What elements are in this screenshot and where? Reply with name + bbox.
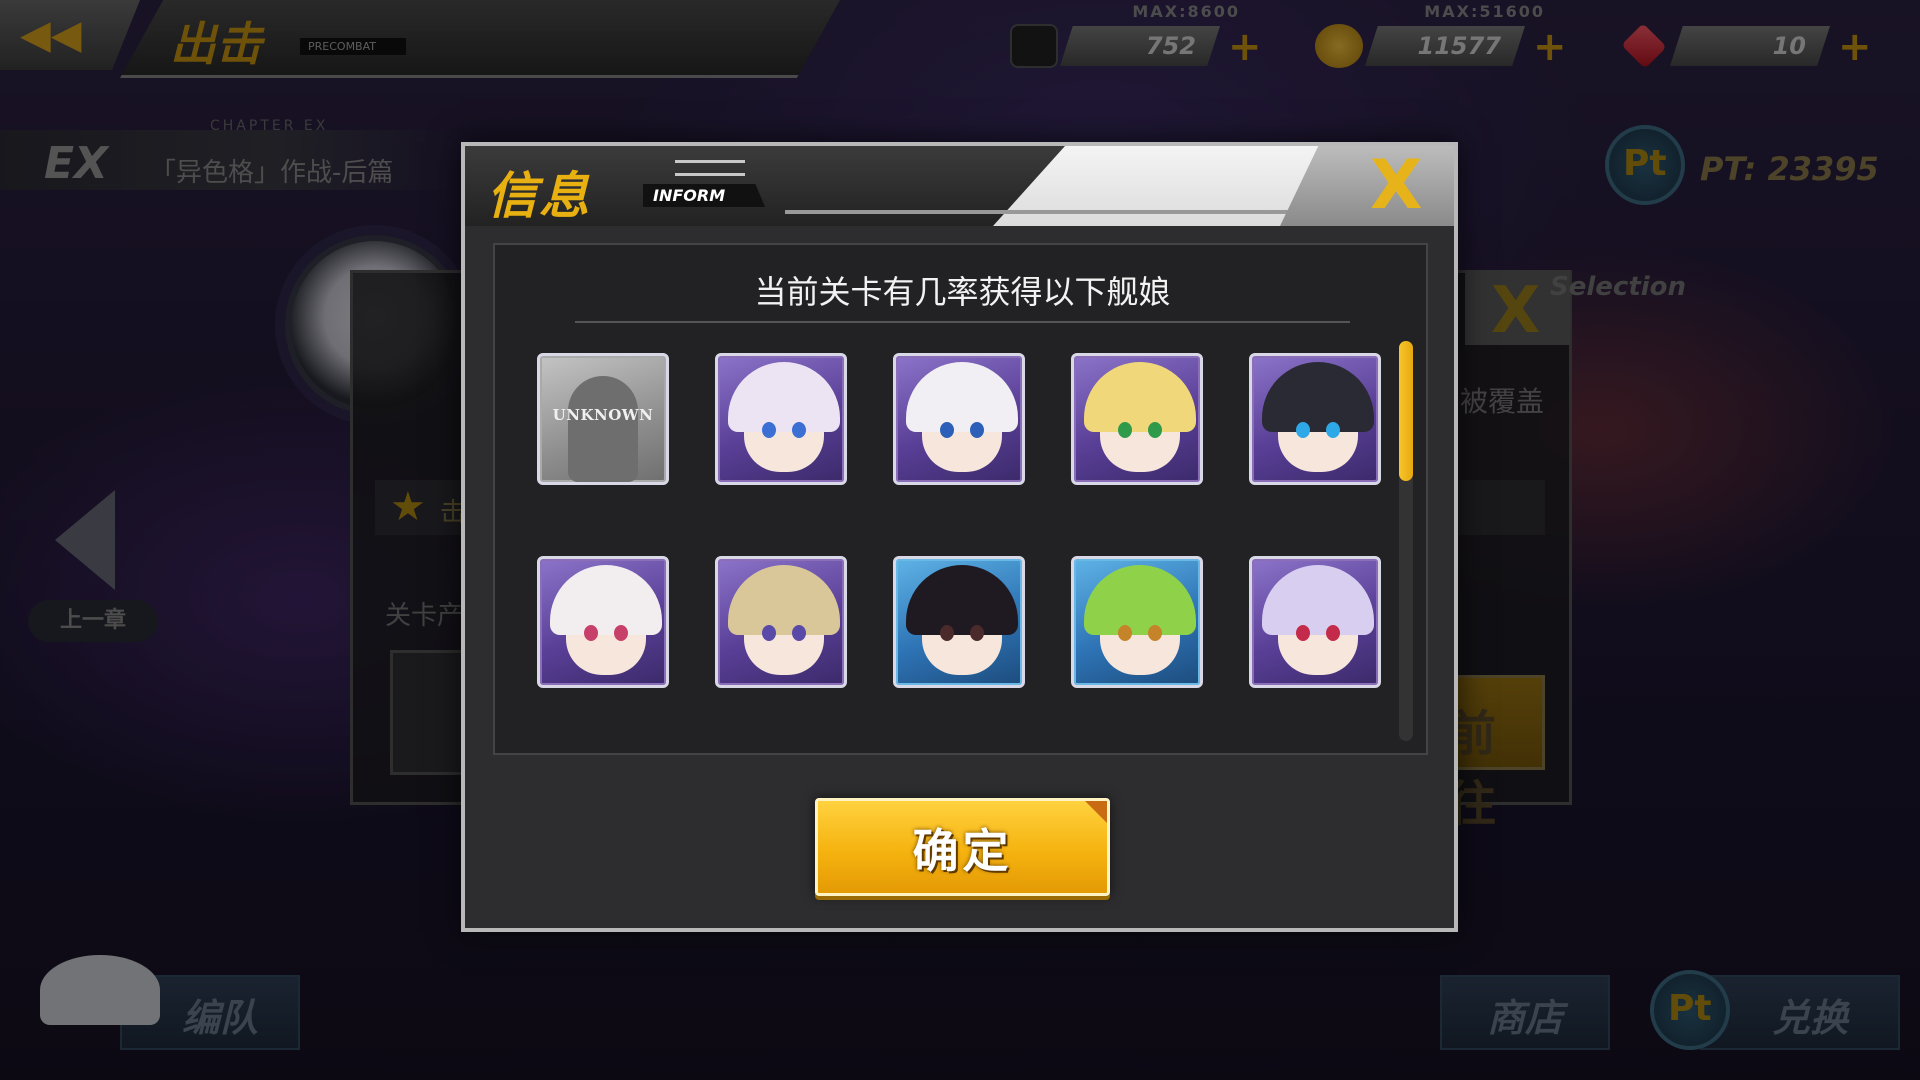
reward-heading: 当前关卡有几率获得以下舰娘 — [754, 273, 1171, 311]
ship-card[interactable] — [1071, 556, 1203, 688]
confirm-label: 确定 — [912, 824, 1013, 878]
ship-card[interactable] — [537, 556, 669, 688]
modal-subtitle: INFORM — [643, 184, 766, 207]
ship-portrait-eye — [940, 422, 954, 438]
reward-panel: 当前关卡有几率获得以下舰娘 UNKNOWN — [493, 243, 1428, 755]
scrollbar[interactable] — [1399, 341, 1413, 741]
ship-grid: UNKNOWN — [537, 353, 1387, 693]
ship-card[interactable] — [715, 353, 847, 485]
header-stripes — [675, 160, 745, 176]
ship-portrait-hair — [1084, 565, 1196, 635]
close-button[interactable]: X — [1280, 146, 1454, 226]
ship-portrait-hair — [550, 565, 662, 635]
ship-portrait-hair — [728, 362, 840, 432]
ship-card[interactable] — [1249, 556, 1381, 688]
ship-portrait-eye — [970, 422, 984, 438]
ship-portrait-eye — [1148, 422, 1162, 438]
ship-portrait-hair — [906, 362, 1018, 432]
ship-portrait-hair — [1262, 362, 1374, 432]
ship-portrait-eye — [1118, 422, 1132, 438]
ship-portrait-eye — [762, 422, 776, 438]
close-icon: X — [1370, 146, 1423, 225]
ship-portrait-eye — [940, 625, 954, 641]
ship-portrait-eye — [1296, 422, 1310, 438]
ship-card[interactable] — [715, 556, 847, 688]
info-modal: 信息 INFORM X 当前关卡有几率获得以下舰娘 UNKNOWN 确定 — [461, 142, 1458, 932]
ship-portrait-eye — [1326, 625, 1340, 641]
heading-divider — [575, 321, 1350, 323]
ship-portrait-eye — [970, 625, 984, 641]
ship-card[interactable] — [1071, 353, 1203, 485]
ship-portrait-hair — [906, 565, 1018, 635]
unknown-ship-card[interactable]: UNKNOWN — [537, 353, 669, 485]
ship-portrait-eye — [792, 422, 806, 438]
ship-portrait-eye — [614, 625, 628, 641]
ship-portrait-eye — [762, 625, 776, 641]
modal-title: 信息 — [487, 167, 591, 225]
ship-portrait-eye — [1118, 625, 1132, 641]
ship-card[interactable] — [893, 556, 1025, 688]
ship-portrait-eye — [792, 625, 806, 641]
confirm-button[interactable]: 确定 — [815, 798, 1110, 896]
modal-header: 信息 INFORM X — [465, 146, 1454, 226]
ship-portrait-eye — [584, 625, 598, 641]
ship-portrait-eye — [1296, 625, 1310, 641]
unknown-label: UNKNOWN — [552, 406, 654, 424]
ship-card[interactable] — [1249, 353, 1381, 485]
ship-portrait-hair — [1084, 362, 1196, 432]
ship-card[interactable] — [893, 353, 1025, 485]
ship-portrait-eye — [1148, 625, 1162, 641]
scroll-thumb[interactable] — [1399, 341, 1413, 481]
ship-portrait-hair — [728, 565, 840, 635]
silhouette-icon — [568, 376, 638, 482]
ship-portrait-hair — [1262, 565, 1374, 635]
ship-portrait-eye — [1326, 422, 1340, 438]
